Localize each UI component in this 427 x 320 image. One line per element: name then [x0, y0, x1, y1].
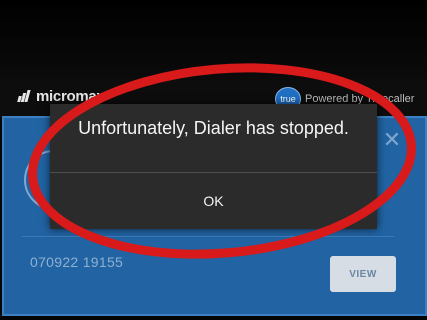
- card-divider: [22, 236, 394, 237]
- caller-number: 070922 19155: [30, 254, 124, 270]
- close-icon[interactable]: ✕: [380, 128, 404, 152]
- error-dialog: Unfortunately, Dialer has stopped. OK: [50, 104, 377, 229]
- micromax-logo-icon: [17, 90, 32, 102]
- dialog-message: Unfortunately, Dialer has stopped.: [78, 118, 349, 138]
- ok-button[interactable]: OK: [50, 173, 377, 229]
- view-button[interactable]: VIEW: [330, 256, 396, 292]
- micromax-logo: micromax: [17, 86, 105, 106]
- status-area: [0, 0, 427, 80]
- brand-name: micromax: [36, 87, 105, 105]
